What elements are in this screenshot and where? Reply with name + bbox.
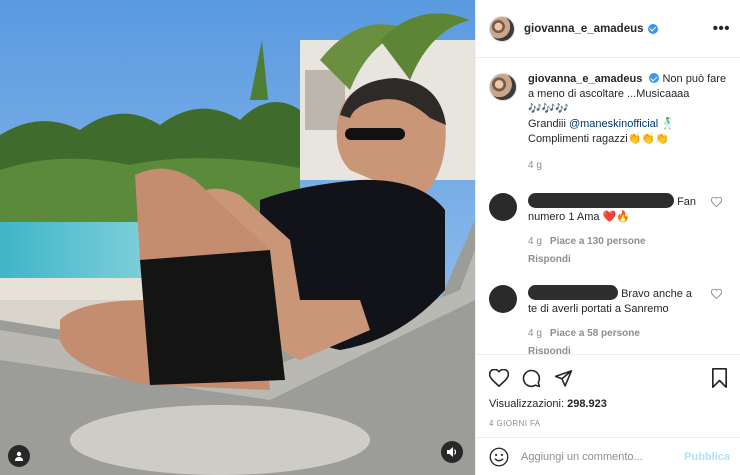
- mention-link[interactable]: @maneskinofficial: [569, 118, 658, 130]
- comment-text: Fan: [677, 196, 697, 208]
- verified-badge-icon: [647, 23, 658, 34]
- view-count[interactable]: Visualizzazioni: 298.923: [489, 398, 728, 410]
- caption: giovanna_e_amadeus Non può fare a meno d…: [489, 72, 728, 173]
- comment-icon[interactable]: [522, 369, 541, 388]
- post-comment-button[interactable]: Pubblica: [684, 451, 730, 463]
- views-number: 298.923: [567, 398, 607, 410]
- comment-composer: Pubblica: [476, 437, 740, 475]
- avatar[interactable]: [489, 73, 517, 101]
- user-tag-button[interactable]: [8, 445, 30, 467]
- verified-badge-icon: [649, 73, 660, 83]
- reply-button[interactable]: Rispondi: [528, 252, 708, 267]
- caption-text-line3: Complimenti ragazzi👏👏👏: [528, 133, 669, 145]
- post-side-panel: giovanna_e_amadeus ••• giovanna_e_amadeu…: [475, 0, 740, 475]
- comment-input[interactable]: [521, 450, 671, 463]
- author-username[interactable]: giovanna_e_amadeus: [524, 23, 644, 35]
- audio-toggle-button[interactable]: [441, 441, 463, 463]
- emoji-icon[interactable]: [489, 447, 509, 467]
- avatar[interactable]: [489, 285, 517, 313]
- save-bookmark-icon[interactable]: [711, 368, 728, 388]
- video-frame-image: [0, 0, 475, 475]
- audio-icon: [447, 447, 457, 457]
- post-video[interactable]: [0, 0, 475, 475]
- comment-text-cont: te di averli portati a Sanremo: [528, 303, 669, 315]
- caption-age[interactable]: 4 g: [528, 158, 542, 173]
- post-header: giovanna_e_amadeus •••: [476, 0, 740, 58]
- comment-like-heart-icon[interactable]: [711, 289, 722, 299]
- comment-age[interactable]: 4 g: [528, 326, 542, 341]
- post-date[interactable]: 4 GIORNI FA: [489, 419, 728, 428]
- instagram-post-window: giovanna_e_amadeus ••• giovanna_e_amadeu…: [0, 0, 740, 475]
- comments-list[interactable]: giovanna_e_amadeus Non può fare a meno d…: [476, 58, 740, 354]
- comment-text: Bravo anche a: [621, 288, 692, 300]
- caption-text-suffix: 🕺: [658, 118, 675, 130]
- comment-text-cont: numero 1 Ama ❤️🔥: [528, 211, 630, 223]
- more-options-icon[interactable]: •••: [713, 21, 730, 36]
- reply-button[interactable]: Rispondi: [528, 344, 708, 354]
- avatar[interactable]: [489, 193, 517, 221]
- comment-item: Bravo anche a te di averli portati a San…: [489, 285, 728, 354]
- user-tag-icon: [15, 451, 23, 461]
- like-heart-icon[interactable]: [489, 369, 509, 387]
- post-actions: Visualizzazioni: 298.923 4 GIORNI FA: [476, 354, 740, 428]
- share-icon[interactable]: [554, 369, 573, 387]
- redacted-username: [528, 193, 674, 208]
- views-label: Visualizzazioni:: [489, 398, 565, 410]
- caption-username[interactable]: giovanna_e_amadeus: [528, 73, 642, 85]
- comment-like-heart-icon[interactable]: [711, 197, 722, 207]
- comment-item: Fan numero 1 Ama ❤️🔥 4 g Piace a 130 per…: [489, 193, 728, 267]
- redacted-username: [528, 285, 618, 300]
- comment-age[interactable]: 4 g: [528, 234, 542, 249]
- avatar[interactable]: [489, 15, 515, 42]
- comment-likes[interactable]: Piace a 58 persone: [550, 326, 640, 341]
- comment-likes[interactable]: Piace a 130 persone: [550, 234, 646, 249]
- caption-text-prefix: Grandiii: [528, 118, 569, 130]
